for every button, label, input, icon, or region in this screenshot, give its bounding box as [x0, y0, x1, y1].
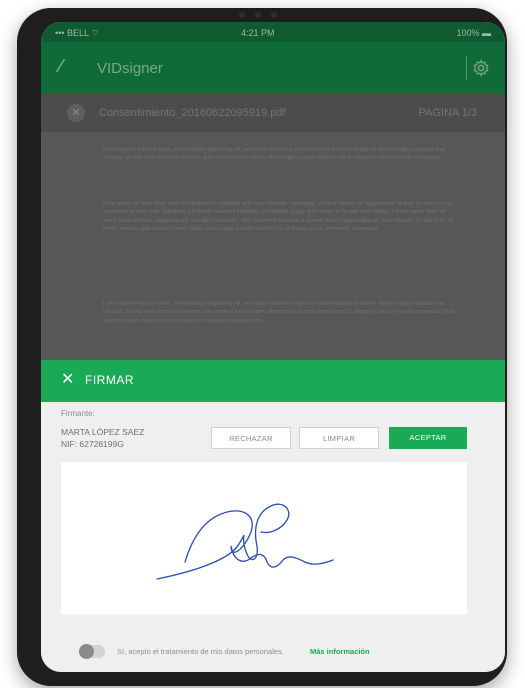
screen: ••• BELL ⌔ 4:21 PM 100% ▬ ⁄⁄⁄ VIDsigner … — [41, 22, 505, 672]
gear-icon-glyph — [473, 59, 489, 77]
consent-toggle[interactable] — [79, 644, 105, 659]
app-header: ⁄⁄⁄ VIDsigner — [41, 42, 505, 94]
signature-stroke — [156, 503, 334, 580]
signer-nif: NIF: 62728199G — [61, 439, 124, 449]
signer-name: MARTA LÓPEZ SAEZ — [61, 427, 145, 437]
camera-strip — [208, 9, 308, 21]
clear-button[interactable]: LIMPIAR — [299, 427, 379, 449]
signer-label: Firmante: — [61, 409, 95, 418]
document-paragraph: Lorem ipsum dolor sit amet, consectetuer… — [103, 301, 455, 324]
gear-icon[interactable] — [467, 54, 495, 82]
status-carrier: ••• BELL ⌔ — [55, 28, 100, 38]
sign-panel: Firmante: MARTA LÓPEZ SAEZ NIF: 62728199… — [41, 402, 505, 672]
document-file-name: Consentimiento_20160622095919.pdf — [99, 107, 286, 119]
toggle-knob — [79, 644, 94, 659]
sign-panel-title: FIRMAR — [85, 373, 134, 387]
close-sign-panel-icon[interactable]: ✕ — [61, 369, 74, 389]
signature-canvas[interactable] — [61, 462, 467, 614]
more-info-link[interactable]: Más información — [310, 647, 370, 656]
accept-button[interactable]: ACEPTAR — [389, 427, 467, 449]
document-page-indicator: PAGINA 1/3 — [418, 107, 478, 119]
reject-button[interactable]: RECHAZAR — [211, 427, 291, 449]
document-paragraph: Duis autem vel eum iriure dolor in hendr… — [103, 201, 454, 233]
document-header: ✕ Consentimiento_20160622095919.pdf PAGI… — [41, 94, 505, 132]
status-time: 4:21 PM — [241, 28, 275, 38]
document-body[interactable]: Lorem ipsum dolor sit amet, consectetuer… — [41, 132, 505, 360]
app-title: VIDsigner — [97, 60, 163, 77]
status-bar: ••• BELL ⌔ 4:21 PM 100% ▬ — [41, 22, 505, 42]
document-paragraph: Lorem ipsum dolor sit amet, consectetuer… — [103, 147, 445, 162]
sign-panel-header: ✕ FIRMAR — [41, 360, 505, 402]
status-battery: 100% ▬ — [456, 28, 491, 38]
close-document-icon[interactable]: ✕ — [67, 104, 85, 122]
consent-text: Sí, acepto el tratamiento de mis datos p… — [117, 647, 284, 656]
